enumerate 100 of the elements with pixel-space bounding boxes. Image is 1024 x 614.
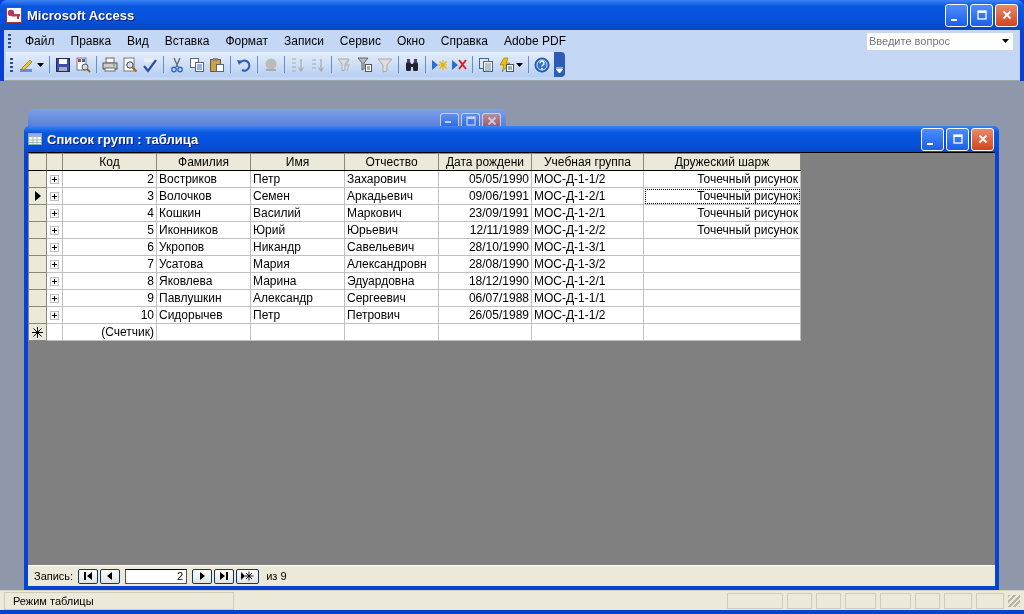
database-window-icon[interactable] [478,56,494,73]
document-magnifier-icon[interactable] [75,56,91,73]
expand-icon[interactable] [50,225,59,235]
new-record-icon [241,571,255,581]
table-cell: Иконников [156,221,251,239]
table-cell: Захарович [344,170,439,188]
new-record-button[interactable] [236,568,260,584]
last-record-icon [219,571,230,581]
help-search-field[interactable]: Введите вопрос [866,31,1014,51]
table-cell: 6 [62,238,157,256]
expand-icon[interactable] [50,293,59,303]
expand-icon[interactable] [50,276,59,286]
table-cell: Василий [250,204,345,222]
expand-icon[interactable] [50,208,59,218]
column-header[interactable]: Фамилия [156,153,251,171]
menu-item[interactable]: Записи [276,34,332,48]
menu-item[interactable]: Формат [217,34,277,48]
menu-item[interactable]: Adobe PDF [495,34,574,48]
close-button[interactable] [482,113,501,126]
first-record-button[interactable] [78,568,99,584]
undo-icon[interactable] [236,56,252,73]
expand-icon[interactable] [50,242,59,252]
table-cell: 12/11/1989 [438,221,532,239]
close-button[interactable] [995,3,1018,27]
minimize-button[interactable] [921,127,944,151]
dropdown-icon [1002,39,1009,43]
record-number-field[interactable]: 2 [125,568,188,584]
grip-icon [10,57,13,72]
table-cell: Яковлева [156,272,251,290]
table-cell: 2 [62,170,157,188]
key-icon [6,7,22,23]
minimize-icon [444,121,451,123]
table-cell: Точечный рисунок [643,170,801,188]
table-cell: Точечный рисунок [643,221,801,239]
table-cell: МОС-Д-1-2/1 [531,272,644,290]
table-cell: 10 [62,306,157,324]
minimize-button[interactable] [945,3,968,27]
table-cell: Петрович [344,306,439,324]
lightning-form-icon[interactable] [498,56,514,73]
toolbar-options-button[interactable] [554,52,565,77]
spellcheck-icon[interactable] [142,56,158,73]
table-cell: Мария [250,255,345,273]
copy-icon[interactable] [189,56,205,73]
table-cell: Сергеевич [344,289,439,307]
table-cell: Маркович [344,204,439,222]
minimize-icon [927,142,933,145]
table-cell: 28/10/1990 [438,238,532,256]
table-cell: Петр [250,306,345,324]
table-cell: Марина [250,272,345,290]
table-cell: 06/07/1988 [438,289,532,307]
caret-icon[interactable] [516,62,523,67]
menu-item[interactable]: Вид [119,34,157,48]
expand-icon[interactable] [50,310,59,320]
help-icon[interactable] [534,56,550,73]
column-header[interactable]: Дата рождени [438,153,532,171]
scissors-icon[interactable] [169,56,185,73]
column-header[interactable]: Отчество [344,153,439,171]
menu-item[interactable]: Правка [62,34,120,48]
table-cell: 26/05/1989 [438,306,532,324]
expand-icon[interactable] [50,191,59,201]
menu-item[interactable]: Справка [432,34,496,48]
previous-record-button[interactable] [100,568,121,584]
expand-icon[interactable] [50,259,59,269]
close-button[interactable] [971,127,994,151]
table-cell: Александр [250,289,345,307]
caret-icon [556,67,563,73]
minimize-icon [951,18,957,21]
table-cell: Кошкин [156,204,251,222]
close-icon [1001,10,1012,20]
maximize-icon [952,134,963,144]
expand-icon[interactable] [50,174,59,184]
column-header[interactable]: Имя [250,153,345,171]
next-record-button[interactable] [192,568,213,584]
table-cell: Сидорычев [156,306,251,324]
maximize-button[interactable] [946,127,969,151]
menu-item[interactable]: Сервис [331,34,389,48]
page-magnifier-icon[interactable] [122,56,138,73]
caret-icon[interactable] [37,62,44,67]
column-header[interactable]: Код [62,153,157,171]
clipboard-icon[interactable] [209,56,225,73]
minimize-button[interactable] [440,113,459,126]
new-record-icon [32,326,43,338]
first-record-icon [83,571,94,581]
menu-item[interactable]: Файл [17,34,63,48]
menu-item[interactable]: Окно [388,34,433,48]
last-record-button[interactable] [214,568,235,584]
table-cell: 7 [62,255,157,273]
binoculars-icon[interactable] [404,56,420,73]
maximize-button[interactable] [461,113,480,126]
resize-grip-icon [1008,594,1020,607]
table-cell: 28/08/1990 [438,255,532,273]
maximize-button[interactable] [970,3,993,27]
column-header[interactable]: Дружеский шарж [643,153,801,171]
menu-item[interactable]: Вставка [156,34,218,48]
maximize-icon [976,10,987,20]
column-header[interactable]: Учебная группа [531,153,644,171]
printer-icon[interactable] [102,56,118,73]
table-cell: МОС-Д-1-1/2 [531,170,644,188]
table-cell: Юрьевич [344,221,439,239]
funnel-form-icon[interactable] [357,56,373,73]
